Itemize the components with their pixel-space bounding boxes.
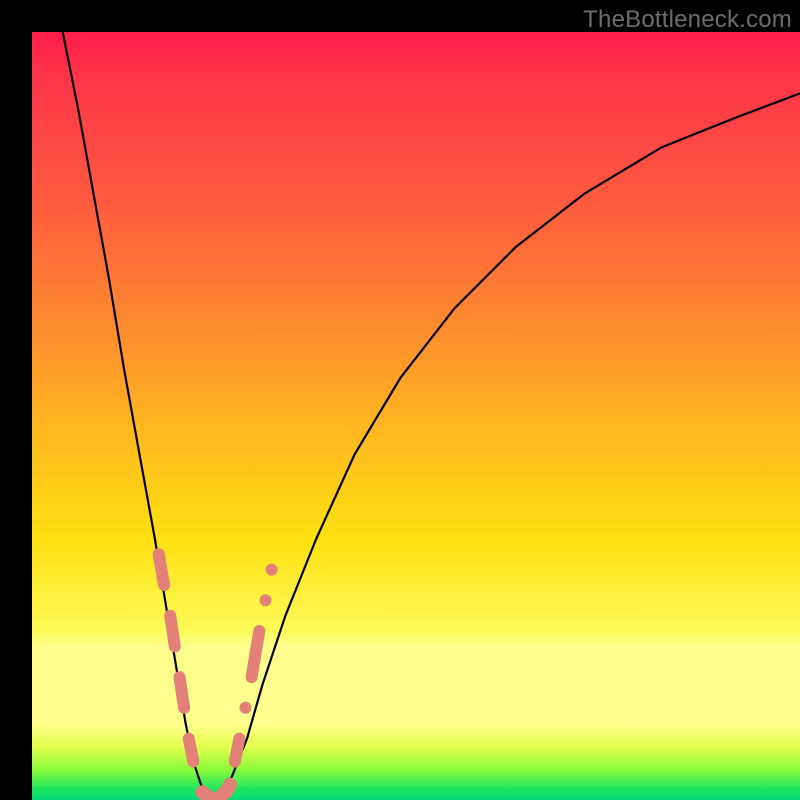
marker-dot [240,702,252,714]
chart-svg [32,32,800,800]
marker-dot [153,548,165,560]
plot-area [32,32,800,800]
watermark-label: TheBottleneck.com [583,6,792,34]
marker-pill [235,739,240,762]
marker-pill [226,785,231,793]
marker-pill [170,616,175,647]
marker-pill [180,677,185,708]
chart-frame: TheBottleneck.com [0,0,800,800]
marker-dot [266,564,278,576]
bottleneck-curve [63,32,800,800]
marker-pill [252,631,260,677]
marker-dot [260,594,272,606]
sample-markers [153,548,278,800]
marker-pill [189,739,194,762]
